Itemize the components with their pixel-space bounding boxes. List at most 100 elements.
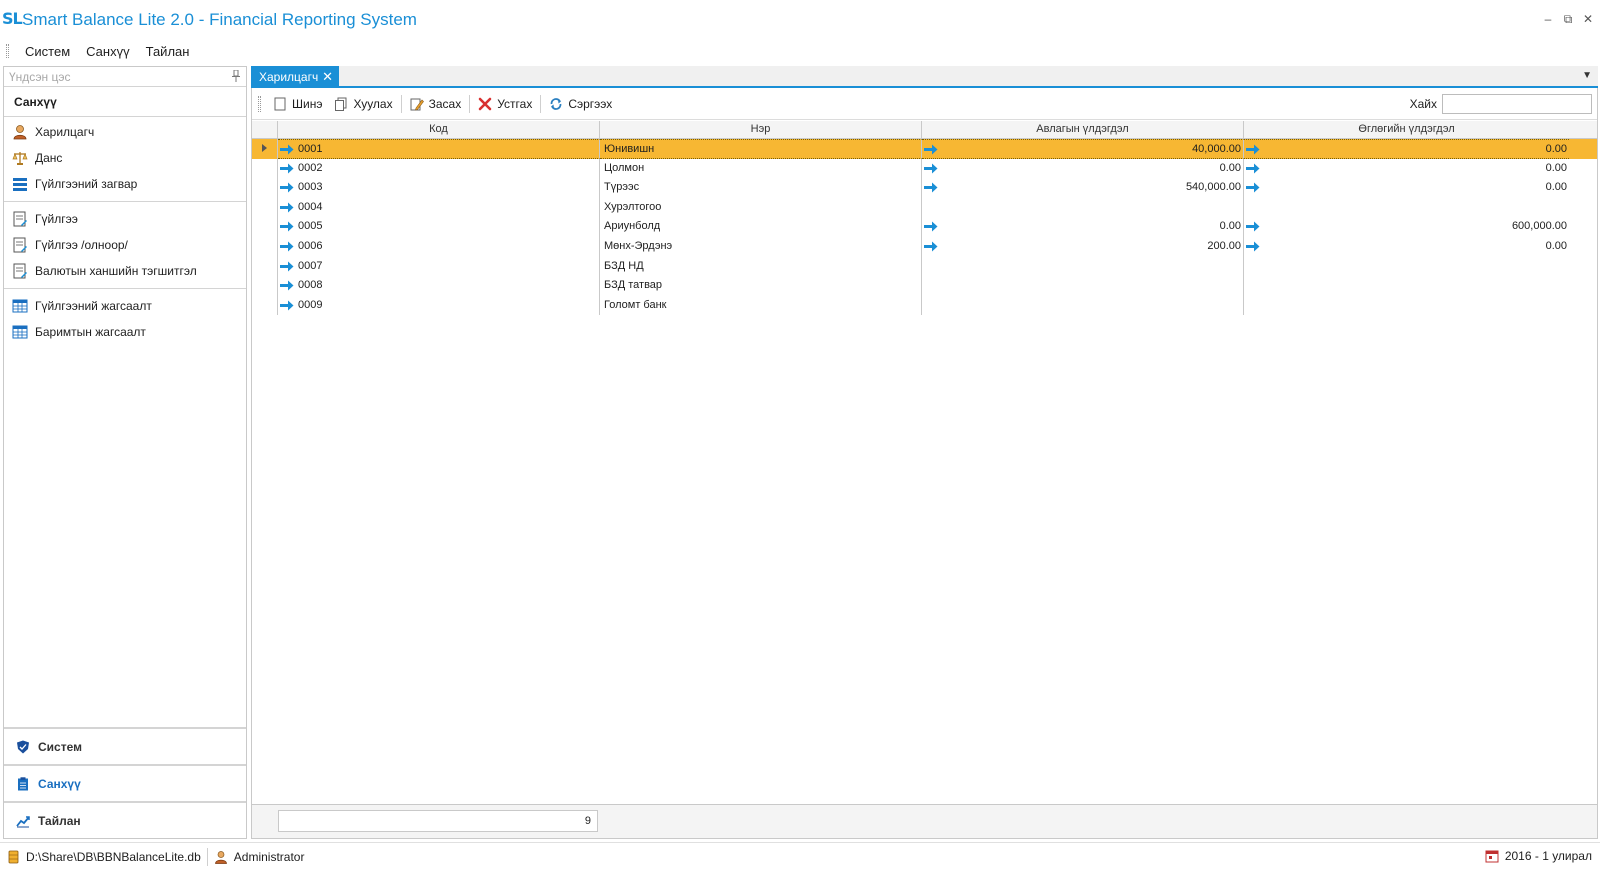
cell-receivable[interactable]: 0.00 xyxy=(922,158,1244,179)
nav-item-currency-adjust[interactable]: Валютын ханшийн тэгшитгэл xyxy=(4,258,246,284)
nav-group-finance[interactable]: Санхүү xyxy=(4,764,246,801)
table-row[interactable]: 0007 БЗД НД xyxy=(252,256,1597,277)
cell-code[interactable]: 0007 xyxy=(278,256,600,277)
row-indicator[interactable] xyxy=(252,236,278,257)
table-row[interactable]: 0001 Юнивишн 40,000.00 0.00 xyxy=(252,139,1597,159)
nav-item-customer[interactable]: Харилцагч xyxy=(4,119,246,145)
table-row[interactable]: 0005 Ариунболд 0.00 600,000.00 xyxy=(252,217,1597,237)
cell-payable[interactable]: 600,000.00 xyxy=(1244,217,1569,237)
cell-name[interactable]: Юнивишн xyxy=(600,139,922,159)
cell-payable[interactable] xyxy=(1244,296,1569,316)
transaction-icon xyxy=(13,211,27,227)
refresh-button[interactable]: Сэргээх xyxy=(543,92,618,116)
nav-separator xyxy=(4,201,246,202)
arrow-right-icon xyxy=(924,144,938,155)
cell-code[interactable]: 0009 xyxy=(278,295,600,316)
nav-item-transaction-template[interactable]: Гүйлгээний загвар xyxy=(4,171,246,197)
copy-button[interactable]: Хуулах xyxy=(328,92,398,116)
arrow-right-icon xyxy=(1246,144,1260,155)
cell-name[interactable]: БЗД татвар xyxy=(600,276,922,296)
edit-button[interactable]: Засах xyxy=(404,92,468,116)
cell-code[interactable]: 0003 xyxy=(278,178,600,198)
table-row[interactable]: 0006 Мөнх-Эрдэнэ 200.00 0.00 xyxy=(252,236,1597,257)
cell-code[interactable]: 0005 xyxy=(278,217,600,237)
table-row[interactable]: 0003 Түрээс 540,000.00 0.00 xyxy=(252,178,1597,198)
current-period[interactable]: 2016 - 1 улирал xyxy=(1485,849,1592,863)
table-row[interactable]: 0008 БЗД татвар xyxy=(252,276,1597,296)
cell-receivable[interactable] xyxy=(922,295,1244,316)
row-indicator[interactable] xyxy=(252,256,278,277)
cell-code[interactable]: 0004 xyxy=(278,197,600,218)
cell-receivable[interactable]: 540,000.00 xyxy=(922,178,1244,198)
cell-name[interactable]: БЗД НД xyxy=(600,256,922,277)
table-row[interactable]: 0004 Хурэлтогоо xyxy=(252,197,1597,218)
row-indicator[interactable] xyxy=(252,276,278,296)
table-row[interactable]: 0009 Голомт банк xyxy=(252,295,1597,316)
chevron-down-icon[interactable]: ▼ xyxy=(1582,70,1592,81)
nav-group-system[interactable]: Систем xyxy=(4,727,246,764)
cell-payable[interactable] xyxy=(1244,198,1569,218)
arrow-right-icon xyxy=(280,300,294,311)
cell-code[interactable]: 0008 xyxy=(278,276,600,296)
restore-button[interactable]: ⧉ xyxy=(1562,12,1574,26)
cell-name[interactable]: Мөнх-Эрдэнэ xyxy=(600,236,922,257)
menu-system[interactable]: Систем xyxy=(17,44,78,59)
nav-item-transaction[interactable]: Гүйлгээ xyxy=(4,206,246,232)
cell-name-text: Цолмон xyxy=(604,161,645,174)
nav-item-label: Гүйлгээ xyxy=(35,212,78,226)
cell-receivable[interactable] xyxy=(922,276,1244,296)
pin-icon[interactable] xyxy=(232,70,240,82)
new-button[interactable]: Шинэ xyxy=(267,92,328,116)
cell-name-text: БЗД татвар xyxy=(604,279,663,292)
cell-code[interactable]: 0002 xyxy=(278,158,600,179)
arrow-right-icon xyxy=(1246,221,1260,232)
close-icon[interactable]: ✕ xyxy=(322,66,333,88)
nav-item-transaction-bulk[interactable]: Гүйлгээ /олноор/ xyxy=(4,232,246,258)
row-indicator[interactable] xyxy=(252,295,278,316)
cell-payable[interactable]: 0.00 xyxy=(1244,159,1569,179)
cell-name[interactable]: Голомт банк xyxy=(600,295,922,316)
cell-name[interactable]: Түрээс xyxy=(600,178,922,198)
table-row[interactable]: 0002 Цолмон 0.00 0.00 xyxy=(252,158,1597,179)
row-indicator[interactable] xyxy=(252,178,278,198)
cell-name-text: Мөнх-Эрдэнэ xyxy=(604,239,673,252)
cell-receivable[interactable]: 200.00 xyxy=(922,236,1244,257)
cell-receivable[interactable] xyxy=(922,197,1244,218)
cell-name[interactable]: Цолмон xyxy=(600,158,922,179)
nav-item-label: Данс xyxy=(35,151,63,165)
column-header-receivable[interactable]: Авлагын үлдэгдэл xyxy=(922,121,1244,138)
row-indicator[interactable] xyxy=(252,217,278,237)
cell-receivable[interactable] xyxy=(922,256,1244,277)
minimize-button[interactable]: – xyxy=(1542,12,1554,26)
cell-payable[interactable]: 0.00 xyxy=(1244,237,1569,257)
menu-finance[interactable]: Санхүү xyxy=(78,44,137,59)
column-header-name[interactable]: Нэр xyxy=(600,121,922,138)
column-header-payable[interactable]: Өглөгийн үлдэгдэл xyxy=(1244,121,1569,138)
close-button[interactable]: ✕ xyxy=(1582,12,1594,26)
nav-item-label: Гүйлгээний загвар xyxy=(35,177,138,191)
cell-payable[interactable] xyxy=(1244,276,1569,296)
nav-group-report[interactable]: Тайлан xyxy=(4,801,246,838)
cell-name[interactable]: Хурэлтогоо xyxy=(600,197,922,218)
cell-payable[interactable]: 0.00 xyxy=(1244,139,1569,159)
row-indicator[interactable] xyxy=(252,158,278,179)
cell-payable[interactable]: 0.00 xyxy=(1244,178,1569,198)
cell-name-text: Ариунболд xyxy=(604,220,661,233)
tab-customer[interactable]: Харилцагч ✕ xyxy=(251,66,339,88)
cell-code[interactable]: 0001 xyxy=(278,139,600,159)
menu-report[interactable]: Тайлан xyxy=(138,44,198,59)
nav-item-transaction-list[interactable]: Гүйлгээний жагсаалт xyxy=(4,293,246,319)
row-indicator[interactable] xyxy=(252,197,278,218)
nav-item-document-list[interactable]: Баримтын жагсаалт xyxy=(4,319,246,345)
delete-button[interactable]: Устгах xyxy=(472,92,538,116)
column-header-code[interactable]: Код xyxy=(278,121,600,138)
cell-receivable[interactable]: 0.00 xyxy=(922,217,1244,237)
cell-code[interactable]: 0006 xyxy=(278,236,600,257)
search-input[interactable] xyxy=(1442,94,1592,114)
cell-name[interactable]: Ариунболд xyxy=(600,217,922,237)
row-indicator[interactable] xyxy=(252,139,278,159)
nav-item-account[interactable]: Данс xyxy=(4,145,246,171)
cell-payable[interactable] xyxy=(1244,257,1569,277)
currency-adjust-icon xyxy=(13,263,27,279)
cell-receivable[interactable]: 40,000.00 xyxy=(922,139,1244,159)
